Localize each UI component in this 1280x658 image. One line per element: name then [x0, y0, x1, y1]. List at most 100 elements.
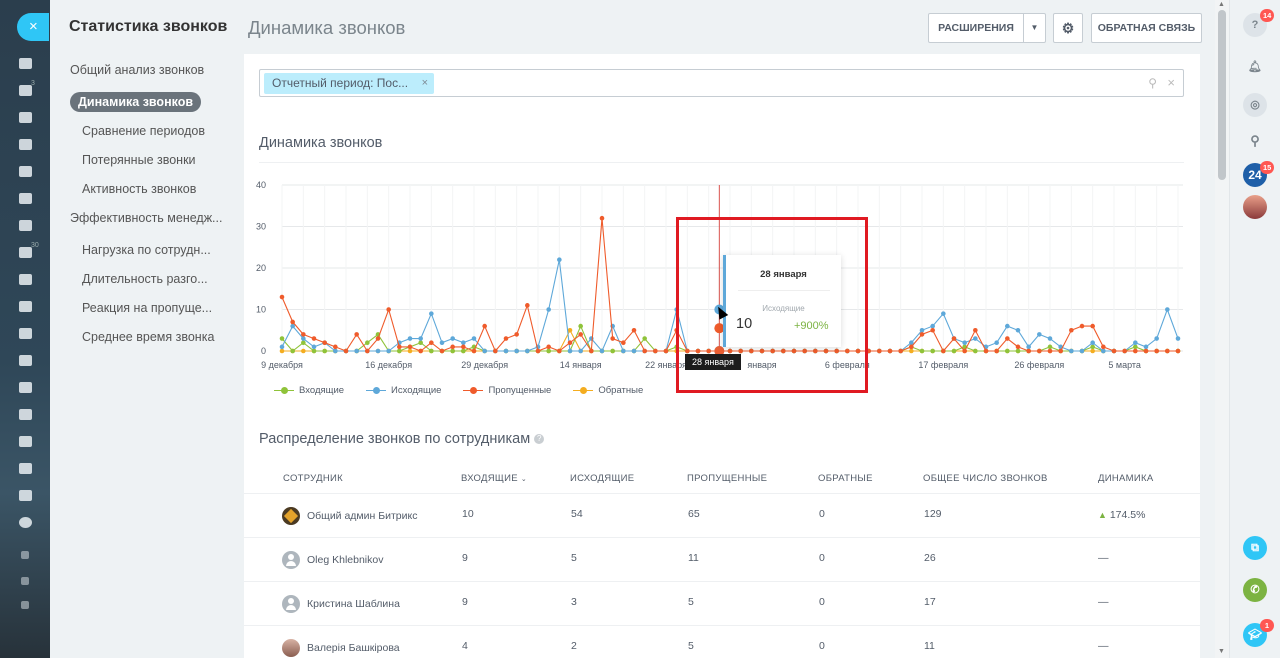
calls-dynamics-chart[interactable]: 0 10 20 30 40 9 декабря 16 декабря 29 декабря 14… [0, 0, 1280, 400]
employee-name[interactable]: Валерія Башкірова [307, 642, 400, 654]
series-point-2 [1143, 348, 1149, 354]
employee-name[interactable]: Общий админ Битрикс [307, 510, 417, 522]
scroll-thumb[interactable] [1218, 10, 1226, 180]
series-point-2 [311, 336, 317, 341]
series-point-0 [397, 348, 402, 354]
series-point-1 [429, 311, 434, 316]
series-point-1 [994, 340, 999, 346]
series-point-2 [1111, 348, 1117, 354]
series-point-1 [1165, 307, 1170, 312]
series-point-2 [397, 344, 402, 350]
series-point-1 [1047, 336, 1053, 341]
series-point-1 [1037, 332, 1042, 337]
series-point-0 [1015, 348, 1021, 354]
structure-icon[interactable] [21, 551, 29, 559]
series-point-1 [919, 327, 925, 333]
series-point-1 [1175, 336, 1181, 341]
series-point-2 [909, 344, 914, 350]
series-point-3 [909, 348, 914, 354]
series-point-0 [610, 348, 615, 354]
series-point-0 [450, 348, 455, 354]
col-outgoing[interactable]: Исходящие [570, 473, 634, 484]
x-tick-label: 14 января [560, 360, 602, 370]
series-point-2 [578, 332, 583, 337]
series-point-2 [493, 348, 498, 354]
series-point-1 [418, 336, 423, 341]
col-total[interactable]: Общее число звонков [923, 473, 1048, 484]
apps-icon[interactable] [19, 436, 32, 447]
series-point-3 [1090, 348, 1095, 354]
series-point-1 [621, 348, 626, 354]
help-badge: 14 [1260, 9, 1275, 22]
series-point-2 [301, 332, 306, 337]
series-point-1 [450, 336, 455, 341]
series-point-1 [567, 348, 573, 354]
market-icon[interactable] [19, 409, 32, 420]
col-missed[interactable]: Пропущенные [687, 473, 767, 484]
employee-name[interactable]: Oleg Khlebnikov [307, 554, 383, 566]
search-icon[interactable]: ⚲ [1243, 129, 1267, 153]
series-point-2 [621, 340, 626, 346]
col-dynamics[interactable]: Динамика [1098, 473, 1153, 484]
series-point-1 [471, 336, 477, 341]
series-point-2 [1047, 348, 1053, 354]
series-point-1 [386, 348, 391, 354]
y-tick-label: 30 [256, 222, 266, 232]
series-point-2 [418, 348, 423, 354]
distribution-title: Распределение звонков по сотрудникам? [259, 431, 545, 447]
series-point-2 [1090, 323, 1095, 329]
phone-call-icon[interactable]: ✆ [1243, 578, 1267, 602]
y-tick-label: 20 [256, 263, 266, 273]
col-callback[interactable]: Обратные [818, 473, 873, 484]
x-tick-label: 16 декабря [365, 360, 412, 370]
col-incoming[interactable]: Входящие ⌄ [461, 473, 527, 484]
series-point-0 [1090, 344, 1095, 350]
series-point-2 [983, 348, 989, 354]
series-point-2 [471, 348, 477, 354]
series-point-2 [1175, 348, 1181, 354]
avatar [282, 595, 300, 613]
series-point-2 [322, 340, 327, 346]
col-employee[interactable]: Сотрудник [283, 473, 343, 484]
series-point-1 [375, 348, 381, 354]
y-tick-label: 40 [256, 180, 266, 190]
series-point-2 [407, 344, 413, 350]
scroll-down-icon[interactable]: ▼ [1218, 648, 1225, 655]
user-avatar[interactable] [1243, 195, 1267, 219]
employee-name[interactable]: Кристина Шаблина [307, 598, 400, 610]
series-point-1 [1133, 340, 1138, 346]
x-tick-label: 26 февраля [1014, 360, 1064, 370]
series-point-0 [418, 340, 423, 346]
avatar [282, 551, 300, 569]
series-point-2 [887, 348, 893, 354]
series-point-1 [941, 311, 946, 316]
settings-icon[interactable] [21, 577, 29, 585]
x-tick-label: 29 декабря [461, 360, 508, 370]
y-tick-label: 0 [261, 346, 266, 356]
chat-bubble-icon[interactable]: ◎ [1243, 93, 1267, 117]
chevron-down-icon: ⌄ [520, 476, 528, 483]
page-scrollbar[interactable]: ▲ ▼ [1215, 0, 1229, 658]
translate-icon[interactable] [19, 490, 32, 501]
x-tick-label: 5 марта [1108, 360, 1141, 370]
series-point-2 [589, 348, 594, 354]
robot-icon[interactable] [19, 463, 32, 474]
scroll-up-icon[interactable]: ▲ [1218, 1, 1225, 8]
series-point-1 [546, 307, 551, 312]
more-icon[interactable] [19, 517, 32, 528]
series-point-1 [1143, 344, 1149, 350]
bell-icon[interactable]: 🔔︎ [1243, 55, 1267, 79]
series-point-2 [535, 348, 541, 354]
series-point-2 [1154, 348, 1159, 354]
series-point-2 [482, 323, 487, 329]
series-point-2 [994, 348, 999, 354]
series-point-2 [1079, 323, 1085, 329]
table-row: Валерія Башкірова 4 2 5 0 11 — [244, 626, 1200, 658]
series-point-0 [973, 348, 978, 354]
copy-icon[interactable]: ⧉ [1243, 536, 1267, 560]
help-icon[interactable]: ? [534, 434, 545, 445]
series-point-2 [503, 336, 509, 341]
series-point-2 [1037, 348, 1042, 354]
series-point-0 [365, 340, 370, 346]
add-icon[interactable] [21, 601, 29, 609]
